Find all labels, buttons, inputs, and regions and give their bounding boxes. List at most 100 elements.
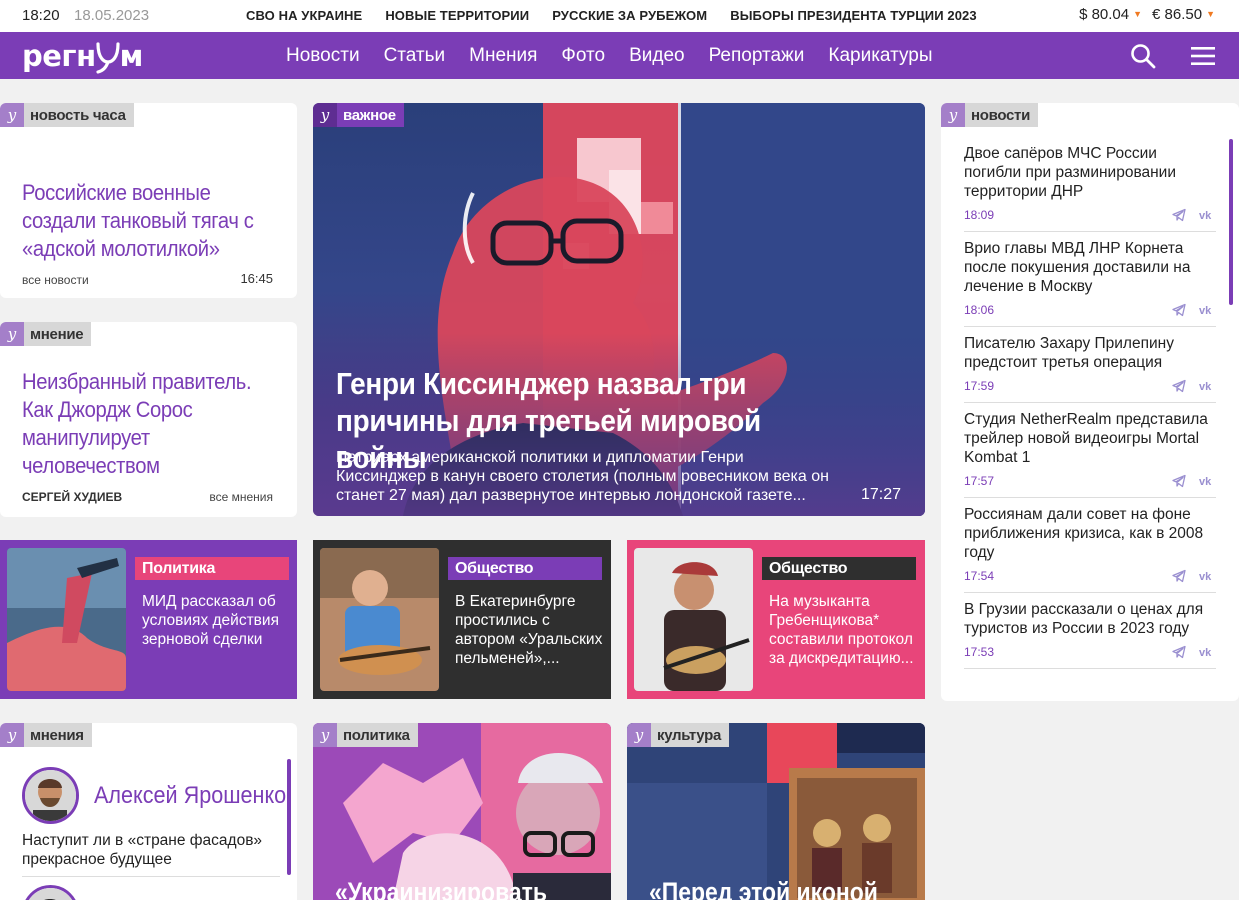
search-icon[interactable] (1130, 43, 1156, 69)
regnum-y-icon: y (0, 103, 24, 127)
topic-link[interactable]: ВЫБОРЫ ПРЕЗИДЕНТА ТУРЦИИ 2023 (730, 8, 977, 23)
telegram-icon[interactable] (1172, 208, 1186, 222)
section-label: y важное (313, 103, 404, 127)
top-strip: 18:20 18.05.2023 СВО НА УКРАИНЕ НОВЫЕ ТЕ… (0, 0, 1239, 32)
vk-icon[interactable]: vk (1199, 474, 1214, 488)
section-label-text: новость часа (24, 103, 134, 127)
vk-icon[interactable]: vk (1199, 569, 1214, 583)
logo-text: регн (22, 39, 96, 73)
story-title[interactable]: МИД рассказал об условиях действия зерно… (142, 592, 292, 649)
politics-feature-card[interactable]: y политика «Украинизировать (313, 723, 611, 900)
news-title[interactable]: В Грузии рассказали о ценах для туристов… (964, 600, 1216, 638)
currency-rates: $ 80.04 ▼ € 86.50 ▼ (1079, 6, 1215, 23)
menu-reports[interactable]: Репортажи (709, 45, 805, 67)
topic-link[interactable]: НОВЫЕ ТЕРРИТОРИИ (385, 8, 529, 23)
site-logo[interactable]: регн м (22, 37, 143, 75)
news-title[interactable]: Врио главы МВД ЛНР Корнета после покушен… (964, 239, 1216, 296)
story-category[interactable]: Общество (762, 557, 916, 580)
feature-title[interactable]: «Украинизировать (335, 877, 547, 900)
news-meta: 17:53 vk (964, 642, 1216, 662)
menu-articles[interactable]: Статьи (384, 45, 446, 67)
author-photo (25, 770, 76, 821)
svg-text:vk: vk (1199, 210, 1212, 222)
story-title[interactable]: На музыканта Гребенщикова* составили про… (769, 592, 919, 668)
avatar[interactable] (22, 885, 79, 900)
hot-topics: СВО НА УКРАИНЕ НОВЫЕ ТЕРРИТОРИИ РУССКИЕ … (246, 8, 1000, 23)
section-label: y мнение (0, 322, 92, 346)
news-item[interactable]: Двое сапёров МЧС России погибли при разм… (964, 144, 1216, 232)
story-category[interactable]: Политика (135, 557, 289, 580)
news-item[interactable]: Студия NetherRealm представила трейлер н… (964, 410, 1216, 498)
main-story-time: 17:27 (860, 486, 901, 503)
section-label-text: политика (337, 723, 418, 747)
opinion-author[interactable]: СЕРГЕЙ ХУДИЕВ (22, 490, 122, 504)
section-label-text: мнения (24, 723, 92, 747)
hour-news-card[interactable]: y новость часа Российские военные создал… (0, 103, 297, 298)
all-news-link[interactable]: все новости (22, 273, 89, 287)
telegram-icon[interactable] (1172, 569, 1186, 583)
hour-news-title[interactable]: Российские военные создали танковый тяга… (22, 179, 280, 263)
avatar[interactable] (22, 767, 79, 824)
news-title[interactable]: Двое сапёров МЧС России погибли при разм… (964, 144, 1216, 201)
news-scrollbar[interactable] (1229, 139, 1233, 305)
main-story-lead: Патриарх американской политики и диплома… (336, 449, 829, 504)
feature-title[interactable]: «Перед этой иконой (649, 877, 878, 900)
news-time: 18:06 (964, 303, 995, 317)
all-opinions-link[interactable]: все мнения (209, 490, 273, 504)
guitarist-photo (634, 548, 753, 691)
menu-icon[interactable] (1191, 45, 1215, 67)
news-meta: 17:57 vk (964, 471, 1216, 491)
story-category[interactable]: Общество (448, 557, 602, 580)
culture-image (627, 723, 925, 900)
vk-icon[interactable]: vk (1199, 303, 1214, 317)
regnum-y-icon: y (0, 723, 24, 747)
story-card-society[interactable]: Общество В Екатеринбурге простились с ав… (313, 540, 611, 699)
section-label: y новости (941, 103, 1039, 127)
opinion-author-row[interactable]: Алексей Ярошенко (22, 767, 297, 824)
topic-link[interactable]: РУССКИЕ ЗА РУБЕЖОМ (552, 8, 707, 23)
main-story-card[interactable]: y важное Генри Киссинджер назвал три при… (313, 103, 925, 516)
hour-news-time: 16:45 (240, 271, 273, 286)
main-navbar: регн м Новости Статьи Мнения Фото Видео … (0, 32, 1239, 79)
telegram-icon[interactable] (1172, 379, 1186, 393)
telegram-icon[interactable] (1172, 474, 1186, 488)
story-card-society-2[interactable]: Общество На музыканта Гребенщикова* сост… (627, 540, 925, 699)
regnum-y-icon: y (941, 103, 965, 127)
news-item[interactable]: Врио главы МВД ЛНР Корнета после покушен… (964, 239, 1216, 327)
author-photo (25, 888, 76, 900)
story-title[interactable]: В Екатеринбурге простились с автором «Ур… (455, 592, 605, 668)
eur-rate[interactable]: € 86.50 ▼ (1152, 6, 1215, 23)
story-card-politics[interactable]: Политика МИД рассказал об условиях дейст… (0, 540, 297, 699)
usd-rate[interactable]: $ 80.04 ▼ (1079, 6, 1142, 23)
opinion-snippet[interactable]: Наступит ли в «стране фасадов» прекрасно… (22, 831, 280, 877)
caret-down-icon: ▼ (1206, 9, 1215, 19)
vk-icon[interactable]: vk (1199, 379, 1214, 393)
main-menu: Новости Статьи Мнения Фото Видео Репорта… (286, 45, 957, 67)
opinion-title[interactable]: Неизбранный правитель. Как Джордж Сорос … (22, 368, 261, 480)
section-label: y культура (627, 723, 730, 747)
news-item[interactable]: Россиянам дали совет на фоне приближения… (964, 505, 1216, 593)
vk-icon[interactable]: vk (1199, 645, 1214, 659)
menu-cartoons[interactable]: Карикатуры (828, 45, 932, 67)
telegram-icon[interactable] (1172, 645, 1186, 659)
svg-text:vk: vk (1199, 647, 1212, 659)
opinion-card[interactable]: y мнение Неизбранный правитель. Как Джор… (0, 322, 297, 517)
section-label-text: новости (965, 103, 1039, 127)
news-item[interactable]: В Грузии рассказали о ценах для туристов… (964, 600, 1216, 669)
menu-video[interactable]: Видео (629, 45, 685, 67)
menu-opinions[interactable]: Мнения (469, 45, 537, 67)
news-title[interactable]: Студия NetherRealm представила трейлер н… (964, 410, 1216, 467)
news-title[interactable]: Россиянам дали совет на фоне приближения… (964, 505, 1216, 562)
telegram-icon[interactable] (1172, 303, 1186, 317)
topic-link[interactable]: СВО НА УКРАИНЕ (246, 8, 362, 23)
menu-photo[interactable]: Фото (561, 45, 605, 67)
news-title[interactable]: Писателю Захару Прилепину предстоит трет… (964, 334, 1216, 372)
section-label: y политика (313, 723, 418, 747)
news-item[interactable]: Писателю Захару Прилепину предстоит трет… (964, 334, 1216, 403)
vk-icon[interactable]: vk (1199, 208, 1214, 222)
news-meta: 18:06 vk (964, 300, 1216, 320)
culture-feature-card[interactable]: y культура «Перед этой иконой (627, 723, 925, 900)
opinions-card: y мнения Алексей Ярошенко Наступит ли в … (0, 723, 297, 900)
author-name[interactable]: Алексей Ярошенко (94, 782, 286, 810)
menu-news[interactable]: Новости (286, 45, 360, 67)
